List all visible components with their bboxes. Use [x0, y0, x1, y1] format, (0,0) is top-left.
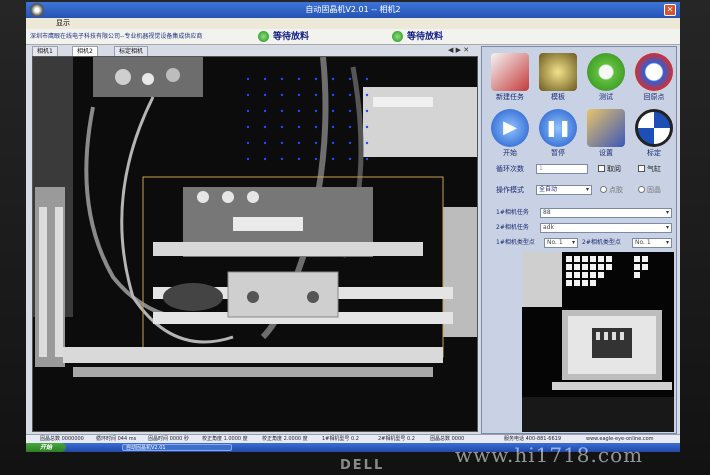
start-menu-button[interactable]: 开始: [26, 443, 66, 452]
template-button[interactable]: 模板: [536, 53, 580, 102]
window-title: 自动固晶机V2.01 -- 相机2: [305, 5, 401, 14]
checkbox-a-label: 取阅: [607, 165, 621, 173]
checkbox-a[interactable]: 取阅: [598, 164, 621, 174]
green-lamp-icon: [392, 31, 403, 42]
mode-select[interactable]: 全自动: [536, 185, 592, 195]
status-lamp-2: 等待放料: [392, 31, 443, 43]
cam2-type-label: 2#相机类型点: [582, 239, 621, 246]
home-button[interactable]: 回原点: [632, 53, 676, 102]
test-gear-icon: [587, 53, 625, 91]
play-icon: ▶: [491, 109, 529, 147]
company-name: 深圳市鹰眼在线电子科技有限公司--专业机器视觉设备集成供应商: [30, 33, 203, 40]
radio-a[interactable]: 点胶: [600, 185, 623, 195]
cam1-type-label: 1#相机类型点: [496, 239, 535, 246]
monitor-logo: DELL: [340, 458, 385, 473]
watermark: www.hi1718.com: [455, 443, 644, 467]
calibration-dot-grid: [246, 77, 369, 161]
cam1-type-select[interactable]: No. 1: [544, 238, 578, 248]
pause-button[interactable]: ❚❚ 暂停: [536, 109, 580, 158]
tab-scroll-controls[interactable]: ◀ ▶ ✕: [448, 46, 469, 54]
loop-count-label: 循环次数: [496, 165, 524, 173]
cam2-type-select[interactable]: No. 1: [632, 238, 672, 248]
tab-camera1[interactable]: 相机1: [32, 46, 58, 56]
status-lamp-label: 等待放料: [407, 32, 444, 42]
close-icon[interactable]: ✕: [664, 4, 676, 16]
tab-camera2[interactable]: 相机2: [72, 46, 98, 56]
status-lamp-1: 等待放料: [258, 31, 309, 43]
cam1-task-label: 1#相机任务: [496, 209, 529, 216]
radio-b[interactable]: 固晶: [638, 185, 661, 195]
menu-item-display[interactable]: 显示: [56, 19, 70, 27]
green-lamp-icon: [258, 31, 269, 42]
pause-icon: ❚❚: [539, 109, 577, 147]
title-bar: 自动固晶机V2.01 -- 相机2 ✕: [26, 2, 680, 18]
settings-button[interactable]: 设置: [584, 109, 628, 158]
start-button[interactable]: ▶ 开始: [488, 109, 532, 158]
calibrate-button[interactable]: 标定: [632, 109, 676, 158]
radio-a-label: 点胶: [609, 186, 623, 194]
radio-b-label: 固晶: [647, 186, 661, 194]
mode-label: 操作模式: [496, 186, 524, 194]
template-icon: [539, 53, 577, 91]
calibrate-icon: [635, 109, 673, 147]
preview-image: [522, 252, 674, 432]
new-task-icon: [491, 53, 529, 91]
new-task-button[interactable]: 新建任务: [488, 53, 532, 102]
checkbox-b-label: 气缸: [647, 165, 661, 173]
control-panel: 新建任务 模板 测试 回原点 ▶ 开始 ❚❚ 暂停 设置 标定 循环次数 1 取…: [481, 46, 677, 434]
cam2-task-select[interactable]: adk: [540, 223, 672, 233]
test-button[interactable]: 测试: [584, 53, 628, 102]
app-window: 自动固晶机V2.01 -- 相机2 ✕ 显示 深圳市鹰眼在线电子科技有限公司--…: [26, 2, 680, 452]
loop-count-input[interactable]: 1: [536, 164, 588, 174]
company-banner: 深圳市鹰眼在线电子科技有限公司--专业机器视觉设备集成供应商 等待放料 等待放料: [26, 29, 680, 45]
checkbox-b[interactable]: 气缸: [638, 164, 661, 174]
home-icon: [635, 53, 673, 91]
menu-bar: 显示: [26, 18, 680, 29]
camera-preview: [522, 252, 674, 432]
cam2-task-label: 2#相机任务: [496, 224, 529, 231]
status-lamp-label: 等待放料: [273, 32, 310, 42]
taskbar-app-item[interactable]: 自动固晶机V2.01: [122, 444, 232, 451]
camera-view[interactable]: [32, 56, 478, 432]
cam1-task-select[interactable]: 88: [540, 208, 672, 218]
tab-calibration-camera[interactable]: 标定相机: [114, 46, 149, 56]
settings-icon: [587, 109, 625, 147]
status-bar: 固晶总数 0000000 循环时间 044 ms 固晶时间 0000 秒 校正角…: [26, 434, 680, 443]
